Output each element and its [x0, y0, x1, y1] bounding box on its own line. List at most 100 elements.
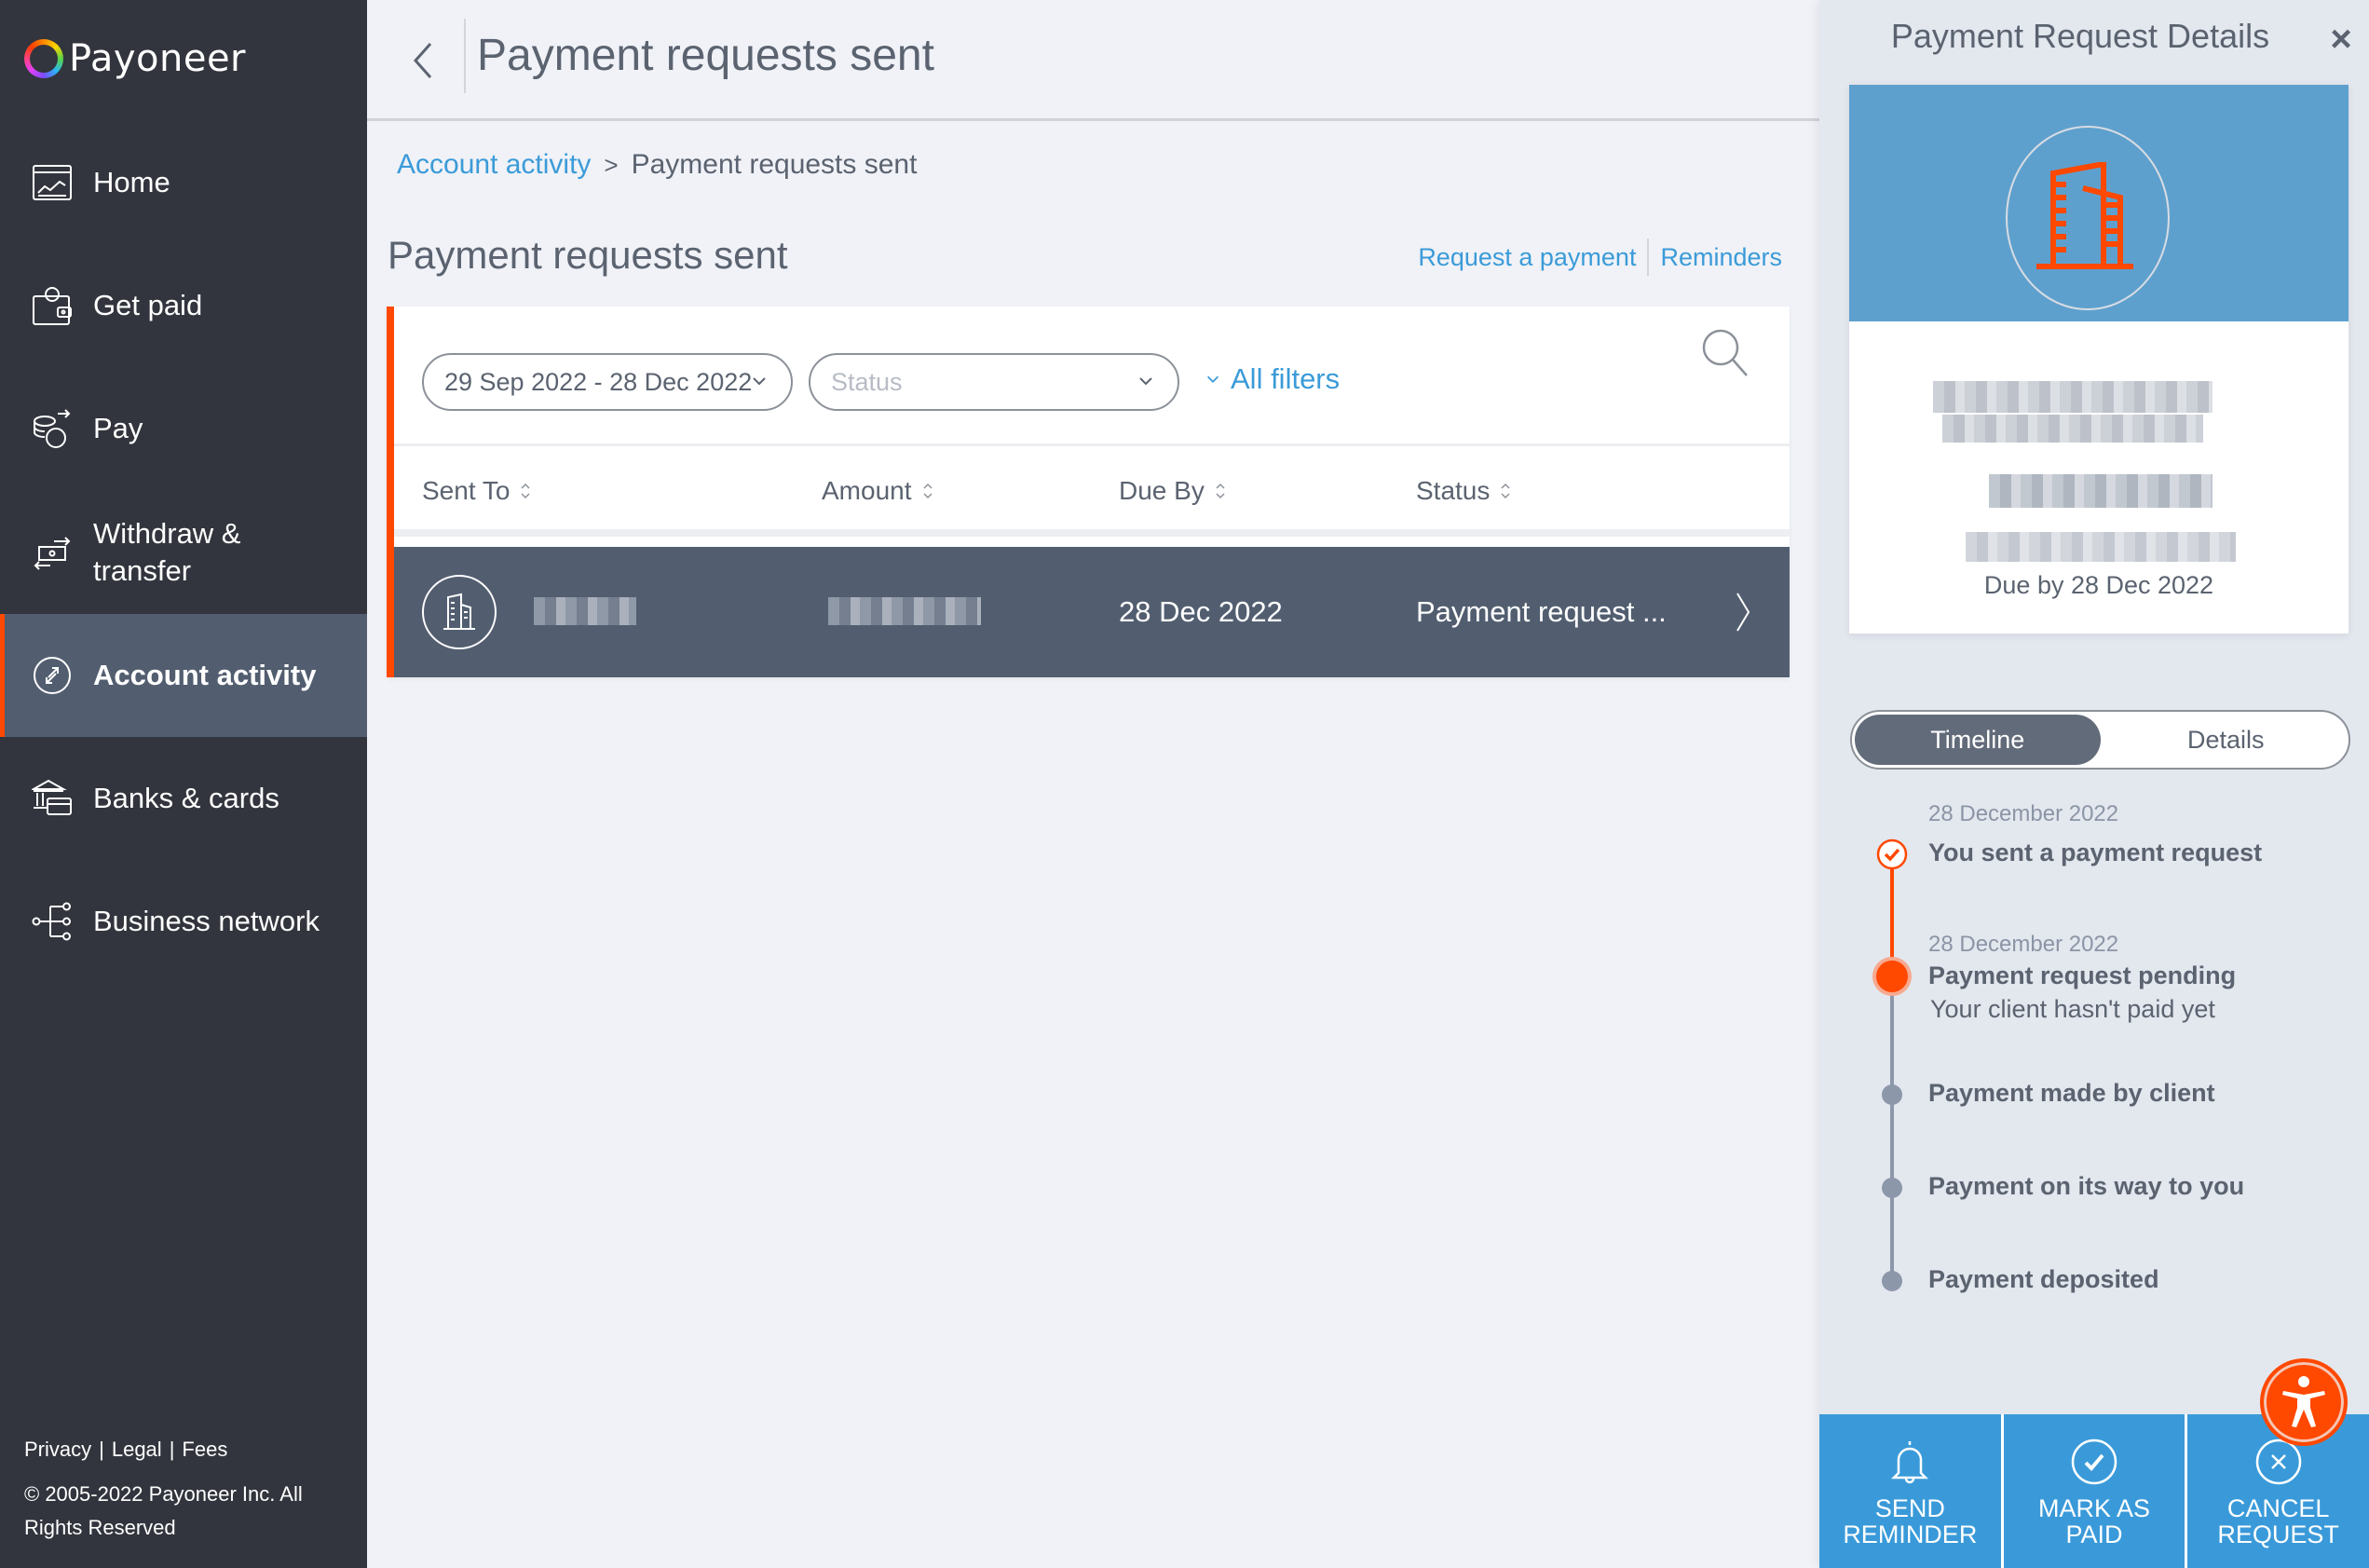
client-name-redacted	[1942, 415, 2203, 443]
timeline-subtitle: Your client hasn't paid yet	[1930, 995, 2215, 1023]
column-sent-to[interactable]: Sent To	[422, 476, 532, 506]
amount-redacted	[828, 597, 981, 625]
timeline-date: 28 December 2022	[1928, 932, 2119, 957]
all-filters-label: All filters	[1231, 362, 1341, 395]
chevron-right-icon	[1736, 593, 1750, 632]
all-filters-button[interactable]: All filters	[1205, 362, 1340, 396]
summary-body: Due by 28 Dec 2022	[1849, 321, 2349, 634]
sidebar-item-label: Banks & cards	[93, 782, 279, 814]
sidebar-item-label: Get paid	[93, 289, 203, 321]
sort-icon	[521, 483, 530, 499]
fees-link[interactable]: Fees	[182, 1438, 227, 1461]
future-step-icon	[1882, 1178, 1902, 1198]
sidebar-item-withdraw-transfer[interactable]: Withdraw & transfer	[0, 491, 367, 614]
status-placeholder: Status	[831, 367, 903, 396]
mark-as-paid-button[interactable]: MARK AS PAID	[2003, 1414, 2188, 1568]
sent-to-redacted	[534, 597, 636, 625]
status-dropdown[interactable]: Status	[809, 353, 1179, 411]
logo-text: Payoneer	[69, 37, 246, 80]
action-label: SEND REMINDER	[1843, 1494, 1978, 1548]
accessibility-icon	[2282, 1376, 2325, 1427]
section-title: Payment requests sent	[388, 233, 788, 277]
legal-link[interactable]: Legal	[112, 1438, 162, 1461]
table-header: Sent To Amount Due By Status	[394, 446, 1790, 537]
building-icon	[443, 593, 475, 630]
tab-timeline[interactable]: Timeline	[1855, 715, 2101, 765]
column-label: Amount	[822, 476, 912, 505]
timeline-title: Payment deposited	[1928, 1265, 2159, 1293]
main-content: Payment requests sent Account activity >…	[367, 0, 1819, 1568]
bell-icon	[1891, 1441, 1929, 1484]
coins-arrow-icon	[34, 409, 71, 448]
sidebar-item-pay[interactable]: Pay	[0, 367, 367, 490]
column-label: Due By	[1119, 476, 1205, 505]
future-step-icon	[1882, 1084, 1902, 1105]
email-redacted	[1966, 532, 2236, 562]
sidebar-item-banks-cards[interactable]: Banks & cards	[0, 737, 367, 860]
divider	[1647, 239, 1650, 276]
sort-icon	[1216, 483, 1225, 499]
sidebar-item-business-network[interactable]: Business network	[0, 860, 367, 983]
action-label: MARK AS PAID	[2037, 1494, 2151, 1548]
chevron-down-icon	[1139, 377, 1152, 386]
timeline-date: 28 December 2022	[1928, 801, 2119, 826]
column-label: Sent To	[422, 476, 511, 505]
sidebar-item-label: Withdraw & transfer	[93, 517, 241, 587]
reminders-link[interactable]: Reminders	[1660, 243, 1782, 272]
company-avatar	[2006, 126, 2170, 310]
activity-icon	[34, 657, 71, 694]
search-icon[interactable]	[1698, 325, 1752, 379]
request-payment-link[interactable]: Request a payment	[1418, 243, 1636, 272]
close-icon[interactable]: ×	[2326, 20, 2356, 58]
summary-card: Due by 28 Dec 2022	[1849, 85, 2349, 634]
timeline-title: Payment on its way to you	[1928, 1172, 2245, 1200]
date-range-value: 29 Sep 2022 - 28 Dec 2022	[444, 367, 753, 396]
divider	[464, 19, 466, 93]
table-row[interactable]: 28 Dec 2022 Payment request ...	[394, 547, 1790, 677]
sidebar-item-home[interactable]: Home	[0, 121, 367, 244]
timeline-title: Payment request pending	[1928, 961, 2237, 989]
top-bar: Payment requests sent	[367, 0, 1819, 121]
timeline-title: Payment made by client	[1928, 1079, 2215, 1107]
due-by-cell: 28 Dec 2022	[1119, 595, 1283, 628]
column-due-by[interactable]: Due By	[1119, 476, 1227, 506]
column-amount[interactable]: Amount	[822, 476, 934, 506]
amount-redacted	[1989, 474, 2212, 508]
company-avatar	[422, 575, 497, 649]
due-date: Due by 28 Dec 2022	[1983, 571, 2214, 599]
check-circle-icon	[2071, 1438, 2117, 1485]
column-status[interactable]: Status	[1416, 476, 1512, 506]
transfer-icon	[34, 537, 71, 570]
filter-bar: 29 Sep 2022 - 28 Dec 2022 Status All fil…	[394, 307, 1790, 446]
chevron-down-icon	[753, 377, 766, 386]
column-label: Status	[1416, 476, 1491, 505]
sort-icon	[922, 483, 933, 499]
copyright: © 2005-2022 Payoneer Inc. All Rights Res…	[24, 1482, 303, 1539]
client-name-redacted	[1933, 381, 2212, 413]
sidebar-item-get-paid[interactable]: Get paid	[0, 244, 367, 367]
panel-tabs: Timeline Details	[1850, 710, 2350, 770]
breadcrumb-chevron-icon: >	[604, 150, 619, 179]
details-panel: Payment Request Details × Due by 28 Dec …	[1819, 0, 2369, 1568]
requests-card: 29 Sep 2022 - 28 Dec 2022 Status All fil…	[387, 307, 1790, 677]
status-cell: Payment request ...	[1416, 595, 1667, 628]
sidebar-item-label: Home	[93, 166, 170, 198]
home-chart-icon	[33, 165, 72, 200]
sidebar-item-label: Pay	[93, 412, 143, 444]
building-icon	[2036, 162, 2133, 269]
send-reminder-button[interactable]: SEND REMINDER	[1819, 1414, 2004, 1568]
back-arrow-icon[interactable]	[404, 33, 442, 89]
payoneer-logo[interactable]: Payoneer	[24, 37, 246, 80]
accessibility-button[interactable]	[2260, 1358, 2348, 1446]
sidebar-item-account-activity[interactable]: Account activity	[0, 614, 367, 737]
sidebar-footer: Privacy | Legal | Fees © 2005-2022 Payoneer …	[24, 1433, 322, 1545]
tab-details[interactable]: Details	[2104, 712, 2349, 768]
network-icon	[32, 902, 71, 941]
privacy-link[interactable]: Privacy	[24, 1438, 91, 1461]
date-range-dropdown[interactable]: 29 Sep 2022 - 28 Dec 2022	[422, 353, 793, 411]
sort-icon	[1501, 483, 1510, 499]
breadcrumb-account-activity[interactable]: Account activity	[397, 149, 591, 181]
bank-card-icon	[32, 779, 72, 815]
breadcrumb: Account activity > Payment requests sent	[397, 149, 917, 181]
check-circle-icon	[1876, 839, 1908, 870]
